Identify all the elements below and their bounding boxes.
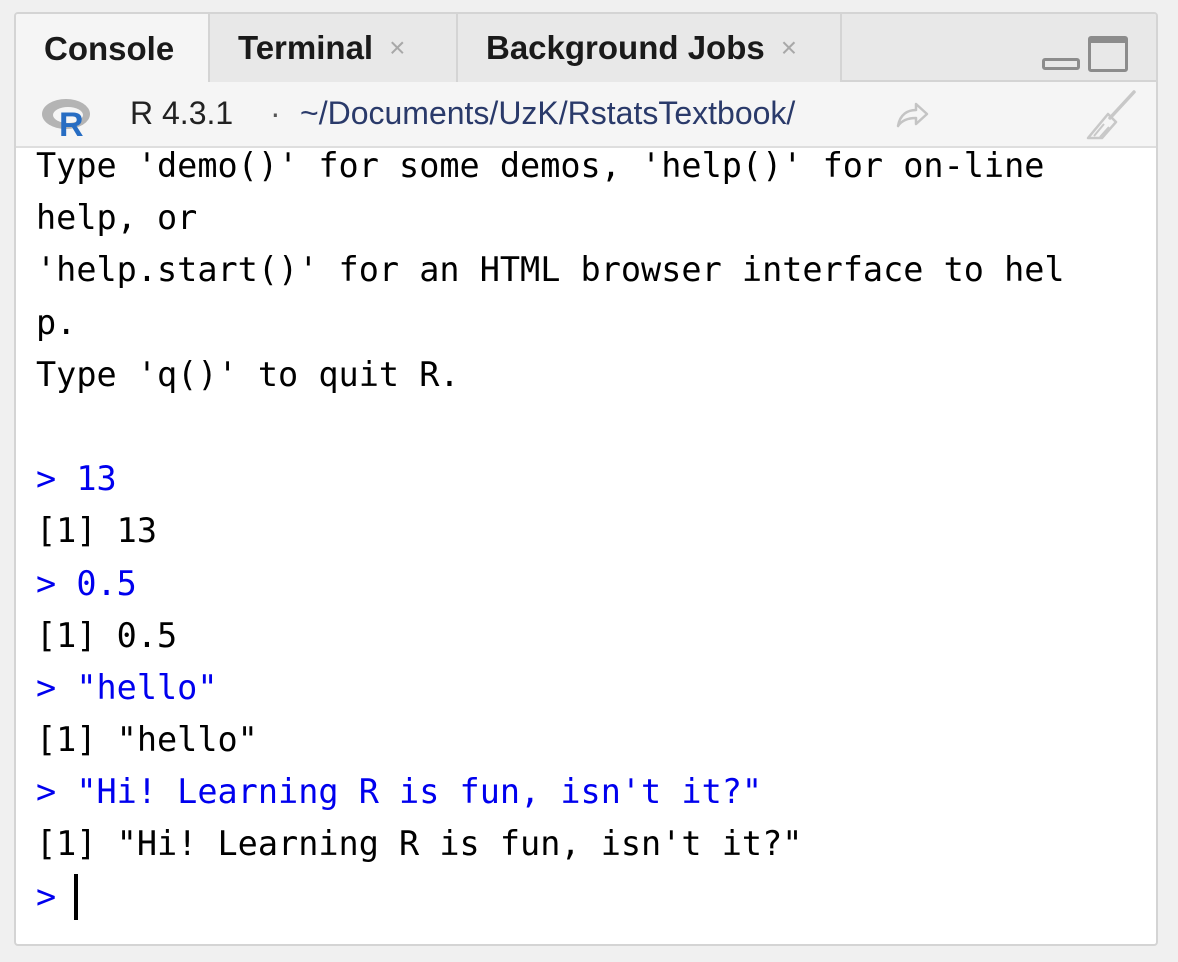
maximize-icon[interactable] bbox=[1088, 36, 1128, 72]
console-output-line: help, or bbox=[36, 198, 198, 238]
minimize-icon[interactable] bbox=[1042, 58, 1080, 70]
tab-terminal-label: Terminal bbox=[238, 29, 374, 66]
text-cursor bbox=[74, 873, 79, 920]
tab-background-jobs[interactable]: Background Jobs × bbox=[458, 14, 842, 82]
console-lines: Type 'demo()' for some demos, 'help()' f… bbox=[36, 148, 1065, 923]
console-output-line: [1] 0.5 bbox=[36, 615, 178, 655]
console-output-line: Type 'demo()' for some demos, 'help()' f… bbox=[36, 148, 1045, 185]
svg-text:R: R bbox=[59, 106, 84, 138]
console-pane: Console Terminal × Background Jobs × R R… bbox=[14, 12, 1158, 946]
console-output-line: [1] "hello" bbox=[36, 720, 258, 760]
working-directory-link[interactable]: ~/Documents/UzK/RstatsTextbook/ bbox=[300, 95, 795, 132]
tab-background-jobs-label: Background Jobs bbox=[486, 29, 765, 66]
console-command-line: > 0.5 bbox=[36, 563, 137, 603]
tab-console-label: Console bbox=[44, 30, 175, 67]
console-command-line: > "hello" bbox=[36, 667, 218, 707]
console-output-line: [1] "Hi! Learning R is fun, isn't it?" bbox=[36, 824, 803, 864]
console-command-line: > "Hi! Learning R is fun, isn't it?" bbox=[36, 772, 763, 812]
close-icon[interactable]: × bbox=[389, 32, 405, 64]
console-prompt: > bbox=[36, 876, 57, 916]
tab-console[interactable]: Console bbox=[16, 14, 210, 84]
r-logo-icon: R bbox=[42, 99, 90, 138]
goto-directory-icon[interactable] bbox=[894, 100, 930, 130]
broom-icon[interactable] bbox=[1082, 88, 1142, 142]
console-path-bar: R R 4.3.1 · ~/Documents/UzK/RstatsTextbo… bbox=[16, 82, 1156, 148]
tab-terminal[interactable]: Terminal × bbox=[210, 14, 458, 82]
console-input-line[interactable]: > bbox=[36, 871, 1065, 923]
console-output-line: Type 'q()' to quit R. bbox=[36, 354, 460, 394]
close-icon[interactable]: × bbox=[781, 32, 797, 64]
separator: · bbox=[270, 95, 281, 131]
window-controls bbox=[1042, 36, 1128, 72]
r-version-label: R 4.3.1 bbox=[130, 95, 234, 131]
console-output-line: 'help.start()' for an HTML browser inter… bbox=[36, 250, 1065, 290]
console-output-line: [1] 13 bbox=[36, 511, 158, 551]
console-command-line: > 13 bbox=[36, 459, 117, 499]
tab-bar: Console Terminal × Background Jobs × bbox=[16, 14, 1156, 84]
console-output[interactable]: Type 'demo()' for some demos, 'help()' f… bbox=[16, 148, 1156, 944]
console-output-line: p. bbox=[36, 302, 77, 342]
